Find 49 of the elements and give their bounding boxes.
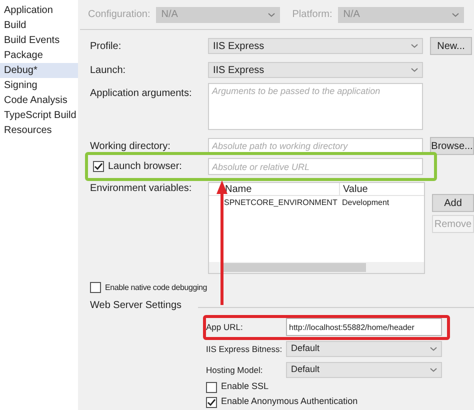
table-cell-text: SPNETCORE_ENVIRONMENT [223, 197, 338, 209]
field-label: Enable SSL [221, 380, 269, 394]
field-label: Platform: [292, 8, 332, 22]
scrollbar[interactable] [209, 262, 424, 273]
button[interactable]: Add [432, 194, 474, 212]
field-label: Enable native code debugging [105, 282, 208, 294]
field-label: Launch: [90, 64, 127, 78]
field-label: IIS Express Bitness: [206, 342, 284, 356]
sidebar-item[interactable]: Application [0, 3, 78, 18]
column-header[interactable]: Name [209, 182, 339, 196]
field-label: Application arguments: [90, 87, 193, 101]
sidebar-item[interactable]: Build [0, 18, 78, 33]
chevron-icon [430, 368, 437, 372]
field-label: Hosting Model: [206, 364, 264, 376]
chevron-icon [411, 44, 418, 48]
chevron-icon [452, 12, 460, 16]
field-label: Configuration: [88, 8, 150, 22]
field-label: Launch browser: [108, 160, 182, 174]
field-label: Environment variables: [90, 182, 193, 196]
button[interactable]: New... [430, 37, 472, 55]
sidebar-item[interactable]: Code Analysis [0, 93, 78, 108]
sidebar-item[interactable]: TypeScript Build [0, 108, 78, 123]
field-label: App URL: [206, 320, 244, 334]
input-field[interactable]: http://localhost:55882/home/header [286, 318, 442, 336]
dropdown[interactable]: Default [286, 362, 442, 378]
sidebar-item[interactable]: Build Events [0, 33, 78, 48]
dropdown[interactable]: Default [286, 341, 442, 357]
checkbox[interactable] [93, 161, 104, 172]
checkbox[interactable] [206, 396, 217, 408]
field-label: Working directory: [90, 140, 172, 154]
sidebar-item[interactable]: Signing [0, 78, 78, 93]
dropdown[interactable]: IIS Express [208, 38, 423, 54]
chevron-icon [268, 12, 276, 16]
column-header[interactable]: Value [339, 183, 368, 195]
sidebar-item[interactable]: Package [0, 48, 78, 63]
field-label: Enable Anonymous Authentication [221, 395, 358, 408]
table-cell-text: Development [341, 197, 390, 209]
checkbox[interactable] [90, 282, 101, 293]
section-title: Web Server Settings [90, 299, 182, 313]
sidebar-item[interactable]: Resources [0, 123, 78, 138]
chevron-icon [430, 347, 437, 351]
chevron-icon [411, 68, 418, 72]
checkbox[interactable] [206, 382, 217, 392]
text-area[interactable]: Arguments to be passed to the application [208, 83, 423, 130]
scrollbar-thumb[interactable] [221, 263, 366, 272]
dropdown[interactable]: IIS Express [208, 62, 423, 78]
sidebar-item[interactable]: Debug* [0, 63, 78, 78]
field-label: Profile: [90, 40, 122, 54]
button[interactable]: Browse... [430, 137, 474, 155]
